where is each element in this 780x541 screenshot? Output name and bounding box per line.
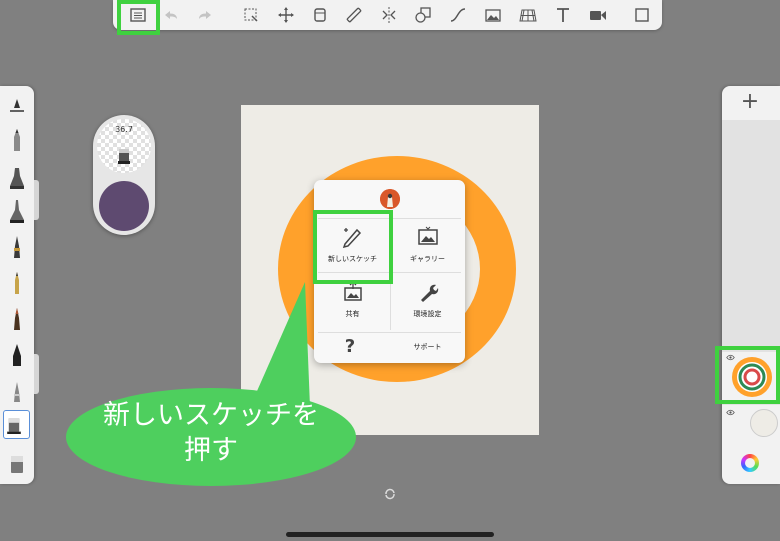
- redo-icon[interactable]: [193, 4, 217, 26]
- airbrush-icon[interactable]: [7, 198, 27, 224]
- selection-icon[interactable]: [239, 4, 263, 26]
- curve-icon[interactable]: [446, 4, 470, 26]
- brush-color-swatch[interactable]: [99, 181, 149, 231]
- gallery-highlight-box: [117, 0, 160, 35]
- eraser-brush-icon[interactable]: [3, 410, 30, 439]
- smudge-brush-icon[interactable]: [7, 450, 27, 476]
- brush-pen-icon[interactable]: [7, 342, 27, 368]
- preferences-label: 環境設定: [413, 310, 442, 318]
- panel-drag-handle[interactable]: [34, 180, 39, 220]
- symmetry-icon[interactable]: [377, 4, 401, 26]
- brush-puck[interactable]: 36.7: [93, 115, 155, 235]
- transform-icon[interactable]: [274, 4, 298, 26]
- avatar[interactable]: [380, 189, 400, 209]
- fullscreen-icon[interactable]: [630, 4, 654, 26]
- gallery-label: ギャラリー: [410, 255, 445, 263]
- gallery-icon: [417, 226, 438, 245]
- preferences-button[interactable]: 環境設定: [390, 275, 465, 330]
- brush-palette: [0, 86, 34, 484]
- undo-icon[interactable]: [159, 4, 183, 26]
- soft-brush-icon[interactable]: [7, 378, 27, 404]
- eye-icon[interactable]: [726, 409, 735, 416]
- support-button[interactable]: サポート: [390, 342, 465, 352]
- paint-brush-icon[interactable]: [7, 306, 27, 332]
- image-icon[interactable]: [481, 4, 505, 26]
- home-indicator[interactable]: [286, 532, 494, 537]
- video-icon[interactable]: [586, 4, 610, 26]
- background-layer-thumbnail: [750, 409, 778, 437]
- gallery-button[interactable]: ギャラリー: [390, 220, 465, 275]
- share-label: 共有: [345, 310, 360, 318]
- brush-size-value: 36.7: [115, 125, 133, 134]
- callout-text: 新しいスケッチを 押す: [66, 398, 356, 468]
- fountain-pen-icon[interactable]: [7, 270, 27, 296]
- layer-row[interactable]: [722, 405, 780, 451]
- panel-drag-handle[interactable]: [34, 354, 39, 394]
- wrench-icon: [420, 284, 438, 302]
- brush-preview-icon: [118, 149, 130, 164]
- top-toolbar: [113, 0, 662, 30]
- new-sketch-highlight-box: [313, 210, 393, 284]
- ink-pen-icon[interactable]: [7, 234, 27, 260]
- add-layer-button[interactable]: +: [740, 90, 760, 114]
- layer-highlight-box: [715, 346, 780, 404]
- shapes-icon[interactable]: [411, 4, 435, 26]
- rotate-icon[interactable]: [384, 488, 396, 500]
- brush-settings-icon[interactable]: [7, 94, 27, 120]
- text-icon[interactable]: [551, 4, 575, 26]
- callout-line-1: 新しいスケッチを: [103, 400, 319, 431]
- color-wheel-icon[interactable]: [741, 454, 759, 472]
- marker-brush-icon[interactable]: [7, 164, 27, 190]
- help-icon[interactable]: ?: [340, 336, 360, 358]
- brush-size-control[interactable]: 36.7: [97, 119, 151, 173]
- perspective-icon[interactable]: [516, 4, 540, 26]
- layer-icon[interactable]: [308, 4, 332, 26]
- ruler-icon[interactable]: [342, 4, 366, 26]
- share-icon: [343, 281, 362, 301]
- callout-line-2: 押す: [184, 435, 238, 466]
- pencil-brush-icon[interactable]: [7, 127, 27, 153]
